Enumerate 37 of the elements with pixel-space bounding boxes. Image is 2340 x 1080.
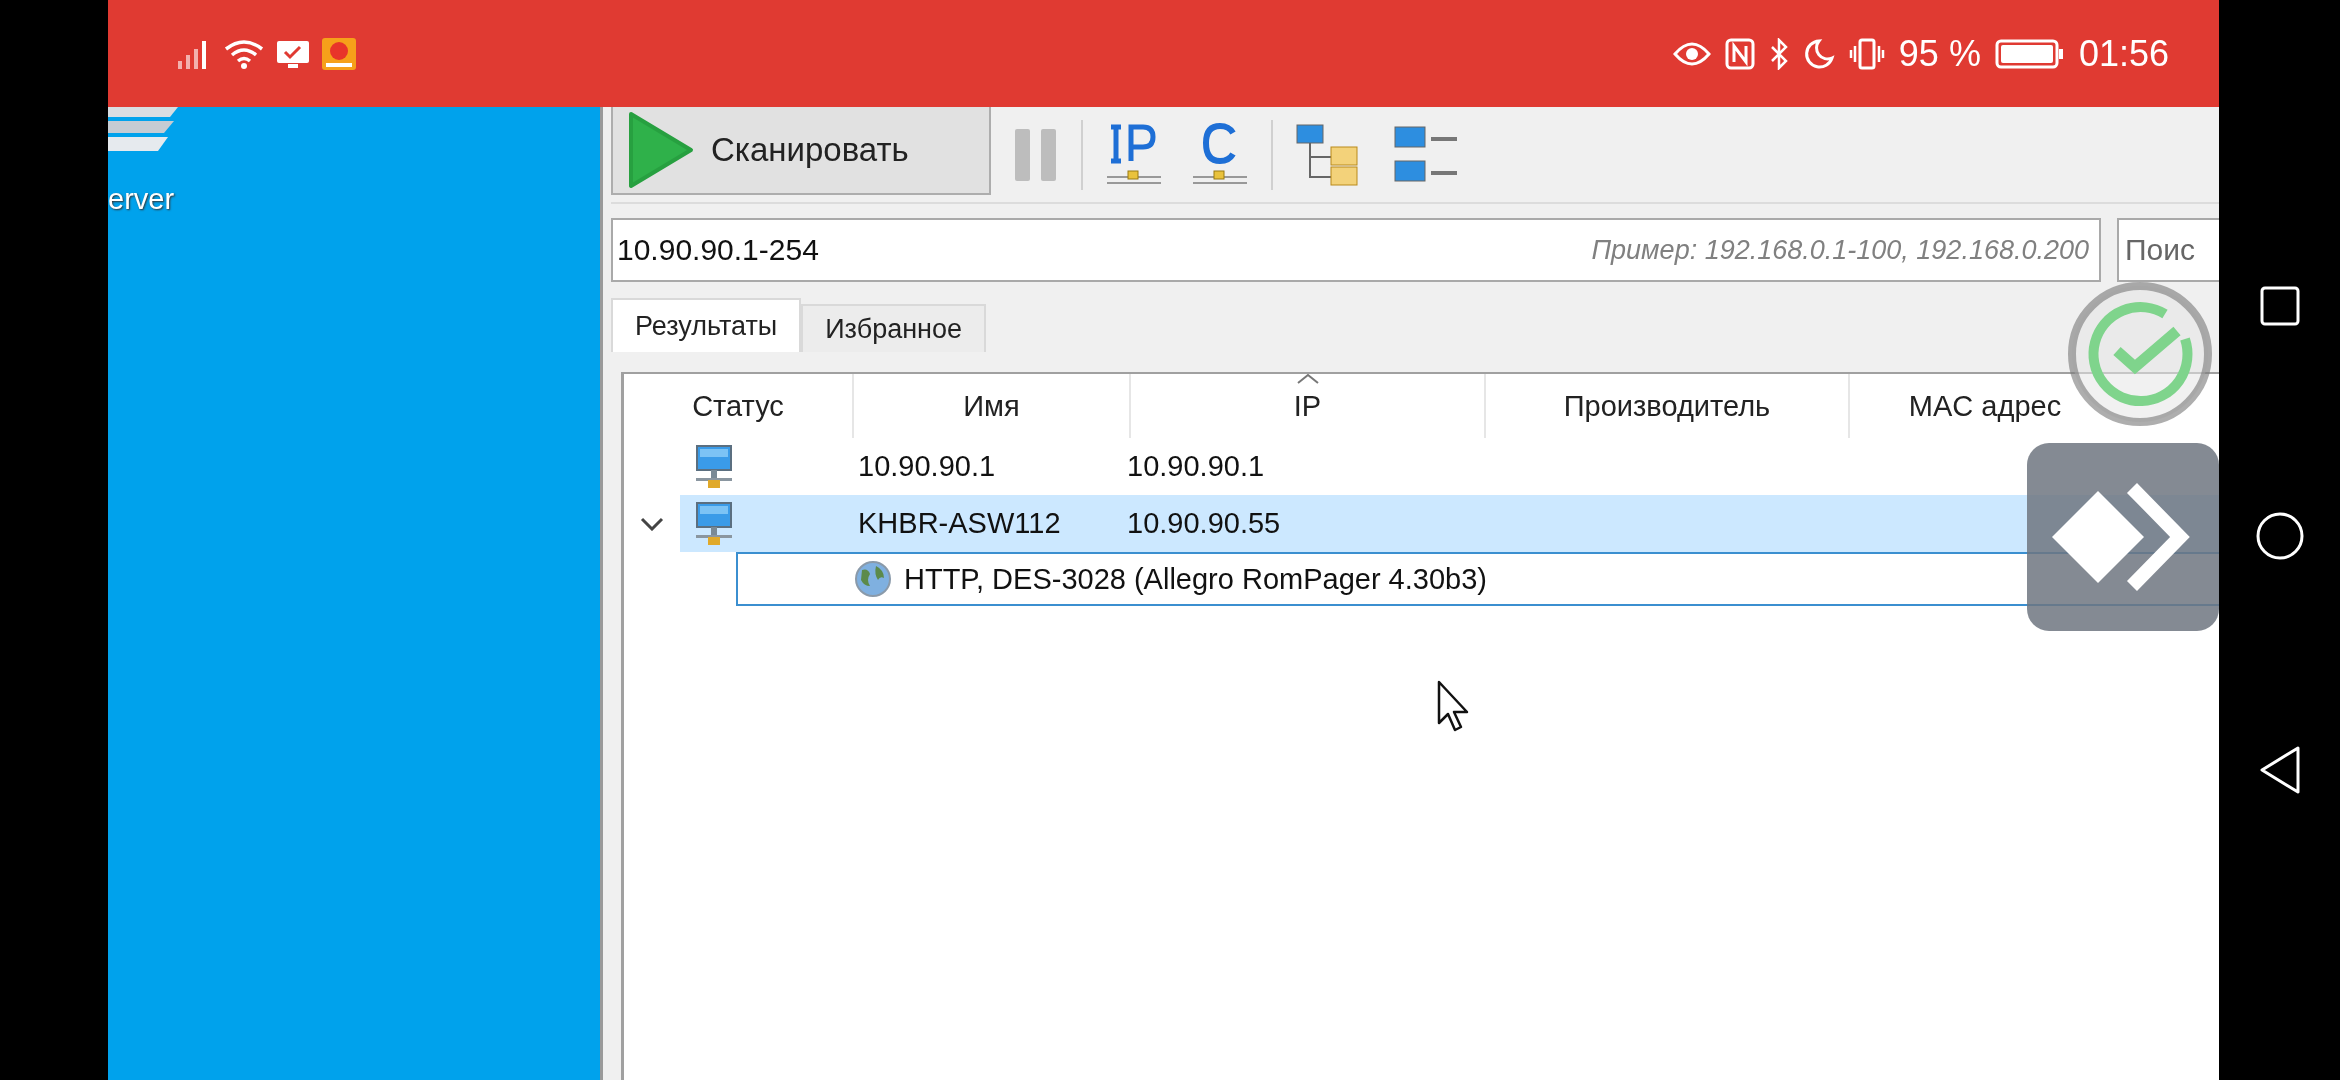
ip-range-field[interactable]: 10.90.90.1-254 Пример: 192.168.0.1-100, 192.168.0.200 — [611, 218, 2101, 282]
tab[interactable]: Избранное — [801, 304, 987, 352]
nfc-icon — [1724, 37, 1755, 70]
globe-icon — [854, 560, 892, 598]
check-circle-icon[interactable] — [2065, 279, 2215, 429]
computer-icon — [694, 500, 734, 547]
ip-network-icon[interactable] — [1105, 122, 1163, 187]
table-cell: 10.90.90.55 — [1127, 507, 1281, 540]
column-header[interactable]: Производитель — [1486, 374, 1850, 438]
app-icon — [322, 37, 356, 70]
column-header[interactable]: IP — [1131, 374, 1486, 438]
column-header[interactable]: Статус — [624, 374, 854, 438]
recent-apps-button[interactable] — [2258, 285, 2301, 327]
wifi-icon — [224, 38, 264, 69]
vibrate-icon — [1848, 37, 1885, 70]
tab[interactable]: Результаты — [611, 298, 802, 352]
floating-panel[interactable] — [2027, 443, 2219, 631]
list-view-icon[interactable] — [1393, 124, 1459, 185]
bluetooth-icon — [1768, 37, 1789, 70]
column-header[interactable]: Имя — [854, 374, 1131, 438]
table-cell: 10.90.90.1 — [1127, 450, 1265, 483]
battery-percent: 95 % — [1898, 32, 1981, 75]
chevron-down-icon[interactable] — [640, 516, 664, 531]
search-field[interactable]: Поис — [2117, 218, 2219, 282]
battery-icon — [1994, 38, 2065, 69]
table-row[interactable]: 10.90.90.1 10.90.90.1 — [680, 438, 2219, 495]
example-hint: Пример: 192.168.0.1-100, 192.168.0.200 — [1591, 234, 2089, 266]
c-network-icon[interactable] — [1191, 122, 1249, 187]
scan-button[interactable]: Сканировать — [611, 107, 991, 195]
monitor-check-icon — [276, 38, 310, 69]
column-header[interactable]: MAC адрес — [1850, 374, 2120, 438]
table-cell-text: 10.90.90.1 — [857, 450, 997, 483]
table-cell-text: KHBR-ASW112 — [857, 507, 1062, 540]
moon-icon — [1802, 37, 1835, 70]
computer-icon — [694, 443, 734, 490]
home-button[interactable] — [2254, 511, 2305, 561]
clock: 01:56 — [2078, 32, 2169, 75]
